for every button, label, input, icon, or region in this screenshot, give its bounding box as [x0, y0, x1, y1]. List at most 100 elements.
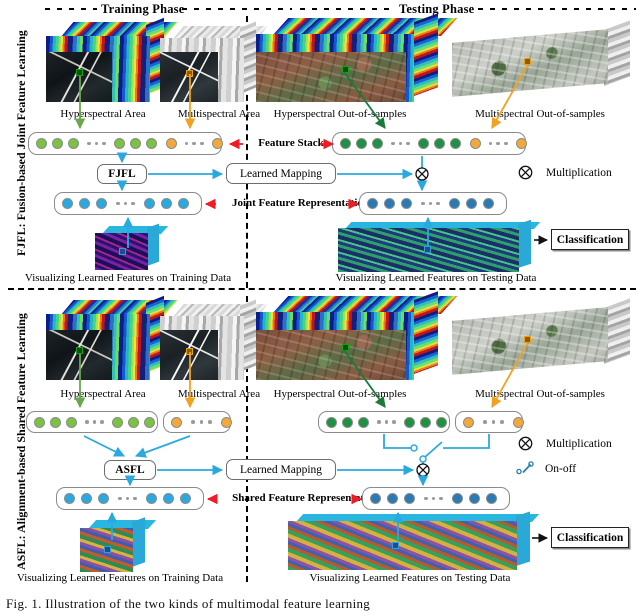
feature-dot	[36, 138, 47, 149]
feature-dot	[50, 416, 61, 428]
ellipsis	[85, 420, 104, 424]
asfl-training-visualization-cube	[80, 517, 157, 572]
ellipsis	[377, 420, 396, 424]
feature-dot	[143, 198, 155, 209]
asfl-hyperspectral-area-cube	[46, 295, 178, 380]
feature-dot	[220, 416, 232, 428]
feature-dot	[417, 138, 429, 149]
fjfl-testing-joint-representation[interactable]	[359, 192, 507, 215]
fjfl-training-feature-stack[interactable]	[28, 132, 223, 155]
asfl-testing-shared-representation[interactable]	[362, 487, 510, 510]
fjfl-classification-box[interactable]: Classification	[551, 229, 629, 250]
feature-dot	[512, 416, 524, 428]
feature-dot	[367, 198, 378, 209]
fjfl-training-visualization-cube	[95, 223, 169, 270]
multispectral-oos-marker	[524, 336, 531, 343]
visualization-marker	[424, 246, 431, 253]
feature-dot	[211, 138, 223, 149]
hyperspectral-oos-image	[256, 330, 406, 380]
fjfl-side-label: FJFL: Fusion-based Joint Feature Learnin…	[14, 30, 28, 256]
feature-dot	[129, 138, 141, 149]
figure-root: Training Phase Testing Phase FJFL: Fusio…	[0, 0, 640, 616]
feature-dot	[403, 416, 415, 428]
fjfl-training-joint-representation[interactable]	[54, 192, 202, 215]
feature-dot	[68, 138, 79, 149]
hyperspectral-area-marker	[76, 347, 83, 354]
multispectral-oos-marker	[524, 58, 531, 65]
feature-dot	[179, 493, 191, 504]
asfl-method-box[interactable]: ASFL	[104, 460, 156, 480]
fjfl-learned-mapping-box[interactable]: Learned Mapping	[226, 163, 336, 184]
feature-dot	[52, 138, 63, 149]
cube-side-face	[147, 223, 159, 266]
feature-dot	[326, 416, 337, 428]
legend-label: Multiplication	[546, 437, 612, 450]
asfl-training-visual-caption: Visualizing Learned Features on Training…	[16, 572, 224, 584]
training-header-dots-left	[45, 8, 97, 10]
feature-dot	[468, 493, 480, 504]
feature-dot	[64, 493, 75, 504]
feature-dot	[143, 416, 155, 428]
feature-dot	[145, 493, 157, 504]
multiplication-icon	[518, 165, 533, 180]
multiplication-icon	[518, 436, 533, 451]
feature-dot	[356, 138, 367, 149]
feature-dot	[342, 416, 353, 428]
ellipsis	[116, 201, 135, 206]
fjfl-method-box[interactable]: FJFL	[97, 164, 147, 184]
ellipsis	[391, 141, 410, 146]
multispectral-area-marker	[186, 348, 193, 355]
section-divider	[8, 288, 636, 290]
ellipsis	[191, 420, 212, 424]
visualization-map	[288, 521, 517, 570]
asfl-training-multispectral-features[interactable]	[163, 411, 232, 433]
hyperspectral-oos-marker	[342, 344, 349, 351]
feature-dot	[34, 416, 45, 428]
feature-dot	[165, 138, 177, 149]
legend-label: On-off	[545, 462, 577, 475]
hyperspectral-oos-marker	[342, 66, 349, 73]
cube-side-face	[414, 291, 438, 374]
cube-side-face	[132, 517, 145, 567]
fjfl-hyperspectral-oos-cube	[256, 13, 458, 102]
fjfl-testing-feature-stack[interactable]	[332, 132, 527, 155]
fjfl-hyperspectral-oos-caption: Hyperspectral Out-of-samples	[273, 108, 407, 120]
feature-dot	[62, 198, 73, 209]
asfl-on-off-switch-network	[383, 434, 490, 466]
feature-dot	[387, 493, 398, 504]
fjfl-multispectral-area-cube	[160, 21, 268, 102]
hyperspectral-area-marker	[76, 69, 83, 76]
feature-dot	[370, 493, 381, 504]
hyperspectral-oos-image	[256, 52, 406, 102]
feature-dot	[463, 416, 474, 428]
ellipsis	[421, 201, 440, 206]
ellipsis	[488, 141, 508, 146]
testing-header-dots-right	[478, 8, 636, 10]
feature-dot	[372, 138, 383, 149]
asfl-multiplication-node	[416, 463, 430, 477]
asfl-hyperspectral-oos-caption: Hyperspectral Out-of-samples	[273, 388, 407, 400]
feature-dot	[451, 493, 463, 504]
feature-dot	[404, 493, 415, 504]
multispectral-area-patch	[160, 52, 218, 102]
feature-dot	[98, 493, 109, 504]
hyperspectral-area-patch	[46, 52, 112, 102]
asfl-training-hyperspectral-features[interactable]	[26, 411, 158, 433]
feature-dot	[515, 138, 527, 149]
feature-dot	[465, 198, 477, 209]
asfl-testing-multispectral-features[interactable]	[455, 411, 524, 433]
training-phase-title: Training Phase	[101, 2, 185, 16]
feature-dot	[482, 198, 494, 209]
legend-multiplication-top: Multiplication	[518, 165, 612, 180]
feature-dot	[66, 416, 77, 428]
asfl-hyperspectral-oos-cube	[256, 291, 458, 380]
asfl-classification-box[interactable]: Classification	[551, 527, 629, 548]
asfl-learned-mapping-box[interactable]: Learned Mapping	[226, 459, 336, 480]
feature-dot	[384, 198, 395, 209]
feature-dot	[433, 138, 445, 149]
feature-dot	[358, 416, 369, 428]
hyperspectral-area-patch	[46, 330, 112, 380]
multispectral-area-patch	[160, 330, 218, 380]
asfl-training-shared-representation[interactable]	[56, 487, 204, 510]
asfl-testing-hyperspectral-features[interactable]	[318, 411, 450, 433]
